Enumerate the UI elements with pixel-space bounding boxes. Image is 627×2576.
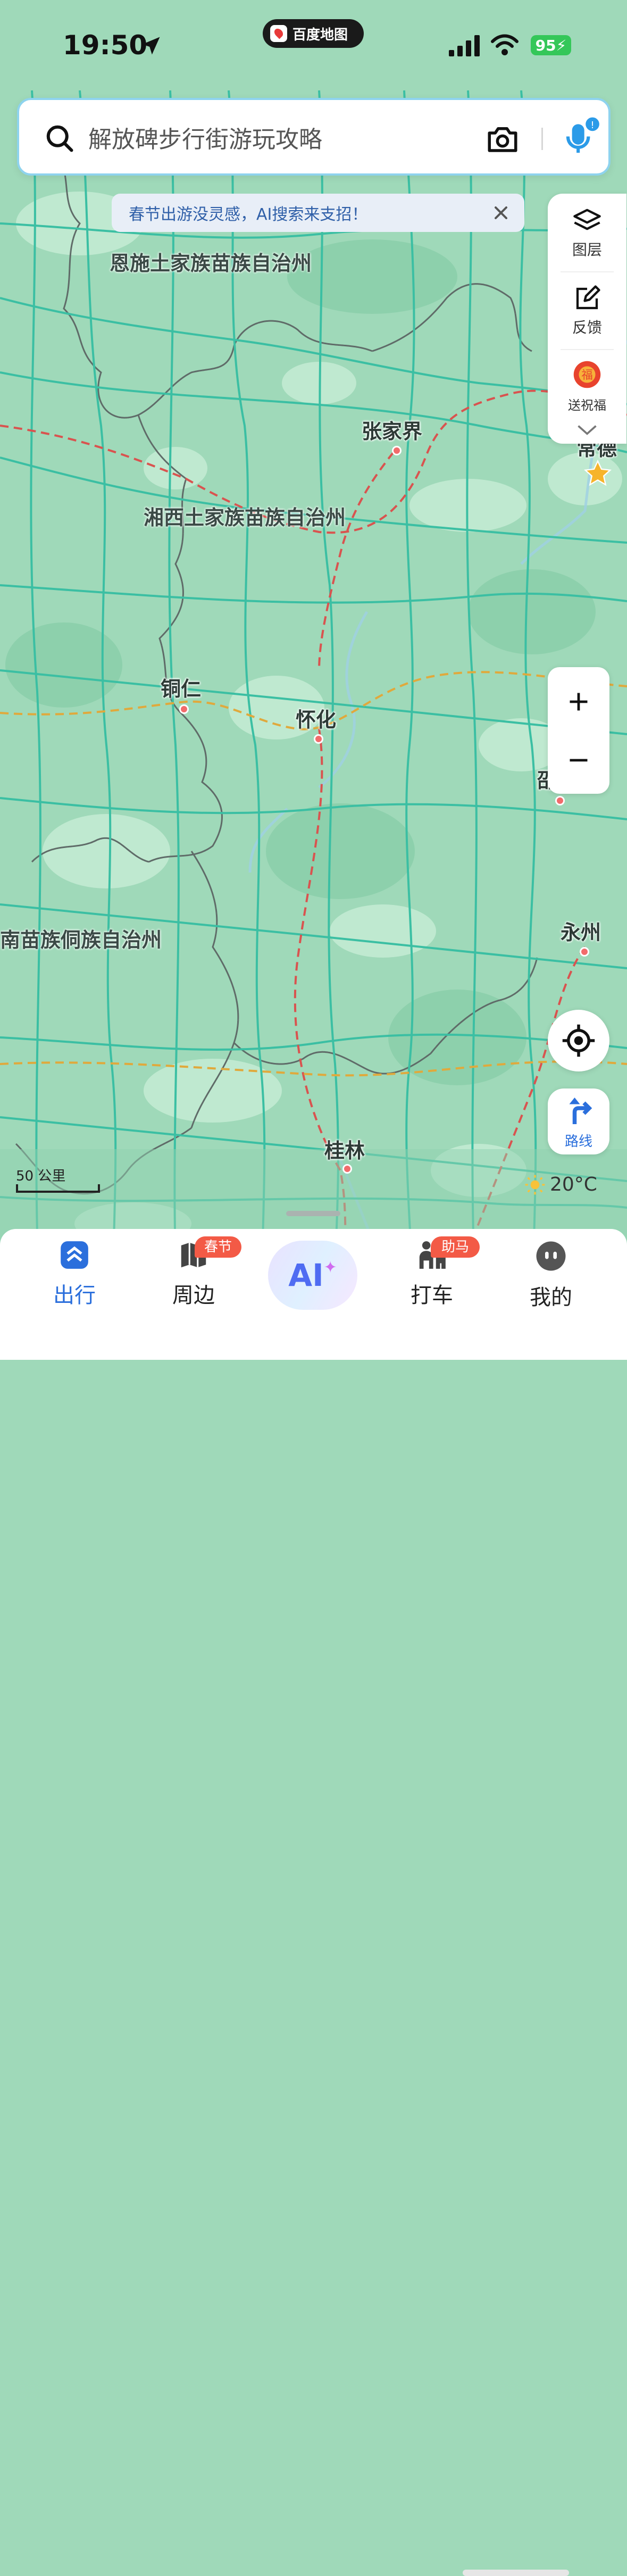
city-marker-guilin[interactable]	[342, 1164, 352, 1174]
travel-icon	[61, 1241, 88, 1269]
route-button[interactable]: 路线	[548, 1088, 609, 1154]
city-marker-huaihua[interactable]	[314, 734, 323, 744]
sheet-drag-handle[interactable]	[286, 1211, 340, 1216]
microphone-icon[interactable]: !	[558, 116, 602, 160]
zoom-out-button[interactable]	[548, 731, 609, 790]
cellular-signal-icon	[449, 35, 480, 56]
map-label-zhangjiajie[interactable]: 张家界	[362, 415, 422, 444]
map-label-guilin[interactable]: 桂林	[324, 1134, 365, 1164]
app-indicator-label: 百度地图	[292, 27, 348, 43]
feedback-button[interactable]: 反馈	[548, 284, 626, 337]
edit-feedback-icon	[576, 285, 600, 310]
send-blessing-button[interactable]: 福 送祝福	[548, 358, 626, 413]
banner-text: 春节出游没灵感，AI搜索来支招！	[129, 205, 368, 224]
svg-text:福: 福	[581, 369, 592, 382]
blessing-label: 送祝福	[568, 398, 606, 413]
tab-taxi-label: 打车	[411, 1283, 453, 1308]
map-tool-panel: 图层 反馈 福 送祝福	[548, 194, 626, 444]
search-divider	[541, 128, 543, 150]
camera-icon[interactable]	[485, 121, 520, 156]
ai-promo-banner[interactable]: 春节出游没灵感，AI搜索来支招！	[112, 194, 524, 232]
status-time: 19:50	[63, 30, 148, 61]
weather-widget[interactable]: 20°C	[524, 1174, 597, 1195]
status-bar: 19:50 百度地图 95 ⚡	[0, 0, 627, 90]
layers-button[interactable]: 图层	[548, 207, 626, 260]
home-indicator	[463, 2570, 569, 2576]
tab-taxi-badge: 助马力	[431, 1236, 480, 1276]
blessing-lantern-icon: 福	[573, 361, 601, 388]
close-icon[interactable]	[490, 202, 512, 223]
map-label-yongzhou[interactable]: 永州	[561, 916, 601, 945]
location-arrow-icon	[142, 37, 160, 55]
sun-icon	[525, 1175, 545, 1194]
layers-icon	[573, 209, 601, 230]
wifi-icon	[491, 34, 519, 55]
search-icon	[46, 125, 73, 152]
ai-button-label: AI	[288, 1257, 324, 1293]
app-indicator-pill[interactable]: 百度地图	[263, 19, 364, 48]
battery-level: 95	[535, 36, 556, 54]
crosshair-location-icon	[562, 1024, 595, 1057]
tab-nearby[interactable]: 周边 春节住	[146, 1236, 241, 1309]
map-label-xiangxi[interactable]: 湘西土家族苗族自治州	[144, 501, 346, 530]
tool-divider	[561, 271, 614, 272]
city-marker-yongzhou[interactable]	[580, 947, 589, 957]
city-marker-zhangjiajie[interactable]	[392, 446, 402, 455]
chevron-down-icon[interactable]	[575, 422, 599, 437]
tab-travel[interactable]: 出行	[27, 1239, 122, 1309]
layers-label: 图层	[572, 241, 602, 259]
route-label: 路线	[564, 1134, 592, 1150]
search-bar[interactable]: !	[17, 98, 611, 176]
sparkle-icon: ✦	[323, 1258, 337, 1277]
search-input[interactable]	[87, 119, 462, 160]
svg-text:!: !	[590, 120, 594, 131]
favorite-star-icon[interactable]	[583, 459, 613, 488]
map-label-tongren[interactable]: 铜仁	[161, 672, 201, 702]
feedback-label: 反馈	[572, 319, 602, 336]
tab-nearby-label: 周边	[172, 1283, 215, 1308]
ai-assistant-button[interactable]: AI ✦	[268, 1241, 357, 1310]
tab-nearby-badge: 春节住	[195, 1236, 241, 1276]
tab-travel-label: 出行	[53, 1283, 96, 1308]
tab-taxi[interactable]: 打车 助马力	[384, 1236, 480, 1309]
tool-divider	[561, 349, 614, 350]
locate-me-button[interactable]	[548, 1010, 609, 1071]
scale-label: 50 公里	[16, 1168, 66, 1184]
tab-mine-label: 我的	[530, 1285, 572, 1310]
bottom-tab-bar: 出行 周边 春节住 AI ✦ 打车 助马力 我的	[0, 1229, 627, 2576]
weather-temp: 20°C	[550, 1174, 597, 1195]
battery-indicator: 95 ⚡	[531, 35, 571, 55]
scale-bar	[16, 1184, 100, 1193]
route-arrow-icon	[569, 1098, 592, 1124]
minus-icon	[570, 759, 588, 762]
zoom-control	[548, 667, 609, 794]
city-marker-shaoyang[interactable]	[555, 796, 565, 805]
tab-mine[interactable]: 我的	[503, 1239, 599, 1311]
map-label-enshi[interactable]: 恩施土家族苗族自治州	[110, 247, 312, 276]
map-label-huaihua[interactable]: 怀化	[296, 703, 336, 733]
map-label-qiandongnan[interactable]: 南苗族侗族自治州	[0, 924, 162, 953]
profile-icon	[536, 1241, 566, 1271]
zoom-in-button[interactable]	[548, 672, 609, 731]
city-marker-tongren[interactable]	[179, 704, 189, 714]
baidu-map-logo-icon	[270, 25, 287, 42]
plus-icon	[570, 693, 588, 711]
